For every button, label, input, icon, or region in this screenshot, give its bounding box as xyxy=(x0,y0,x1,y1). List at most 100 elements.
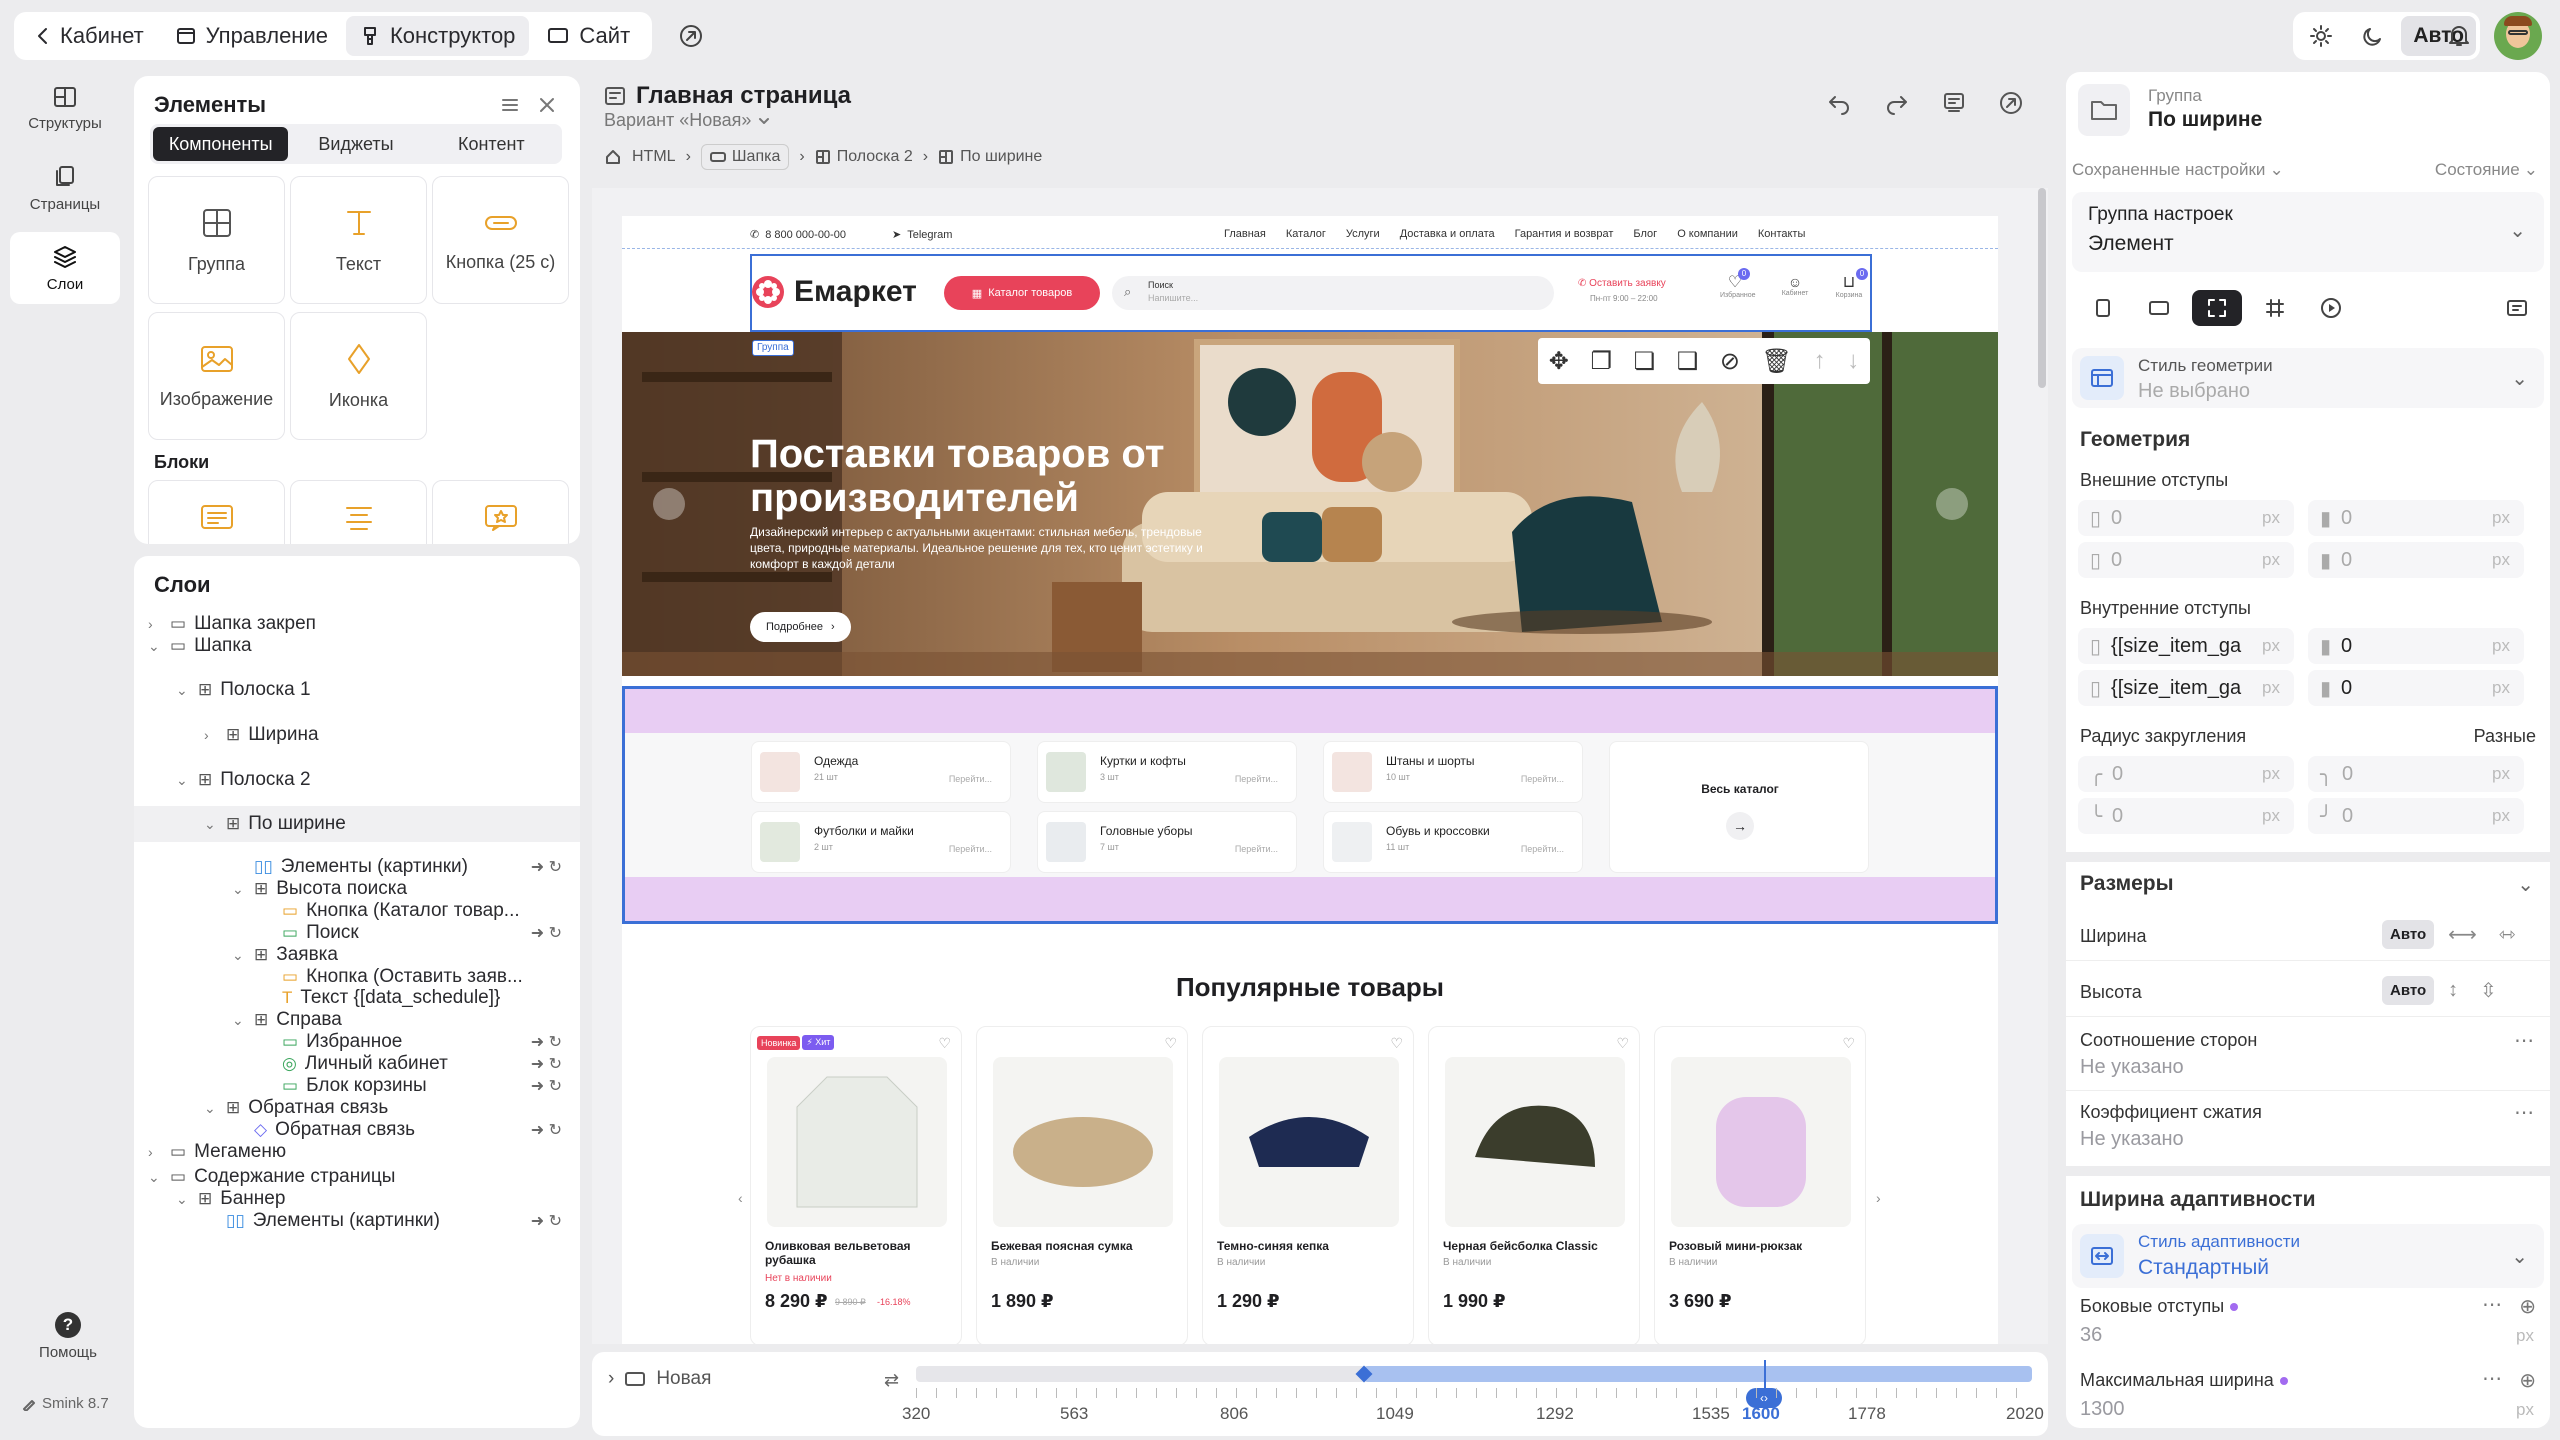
callback-link[interactable]: ✆ Оставить заявку xyxy=(1578,278,1666,289)
product-card[interactable]: Новинка ⚡ Хит ♡ Оливковая вельветовая руб… xyxy=(750,1026,962,1344)
paste-icon[interactable]: ❑ xyxy=(1677,347,1699,376)
radius-tr-input[interactable]: ╮ 0 px xyxy=(2308,756,2524,792)
theme-light-button[interactable] xyxy=(2297,16,2345,56)
margin-top-input[interactable]: ▯ 0 px xyxy=(2078,500,2294,536)
more-icon[interactable]: ⋯ xyxy=(2514,1100,2534,1125)
radius-tl-input[interactable]: ╭ 0 px xyxy=(2078,756,2294,792)
margin-left-input[interactable]: ▮ 0 px xyxy=(2308,542,2524,578)
move-icon[interactable]: ✥ xyxy=(1549,347,1569,376)
tab-layout-icon[interactable] xyxy=(2136,290,2182,326)
tab-manage[interactable]: Управление xyxy=(162,16,342,56)
favorites-button[interactable]: ♡ Избранное 0 xyxy=(1720,268,1755,312)
tab-builder[interactable]: Конструктор xyxy=(345,16,530,56)
notifications-button[interactable] xyxy=(2438,15,2480,57)
padding-top-input[interactable]: ▯ {[size_item_ga px xyxy=(2078,628,2294,664)
category-card[interactable]: Футболки и майки 2 шт Перейти... xyxy=(751,811,1011,873)
height-auto-button[interactable]: Авто xyxy=(2382,976,2435,1005)
tab-components[interactable]: Компоненты xyxy=(153,127,289,161)
theme-dark-button[interactable] xyxy=(2349,16,2397,56)
layer-item[interactable]: ⌄ ⊞ По ширине xyxy=(134,806,580,842)
site-logo[interactable]: Емаркет xyxy=(750,274,917,310)
rail-pages[interactable]: Страницы xyxy=(10,152,120,224)
close-icon[interactable] xyxy=(538,96,556,114)
category-card[interactable]: Штаны и шорты 10 шт Перейти... xyxy=(1323,741,1583,803)
layer-item[interactable]: › ⊞ Ширина xyxy=(134,717,580,753)
layer-item[interactable]: ⌄ ▭ Шапка xyxy=(134,628,580,664)
chevron-down-icon[interactable]: ⌄ xyxy=(2517,872,2534,897)
margin-right-input[interactable]: ▮ 0 px xyxy=(2308,500,2524,536)
height-stretch-icon[interactable]: ↕ xyxy=(2440,975,2466,1006)
chevron-right-icon[interactable]: › xyxy=(204,727,218,743)
heart-icon[interactable]: ♡ xyxy=(1390,1035,1403,1052)
layer-actions-icon[interactable]: ➜ ↻ xyxy=(531,1211,562,1231)
tile-image[interactable]: Изображение xyxy=(148,312,285,440)
max-width-value[interactable]: 1300 xyxy=(2080,1398,2125,1421)
variant-dropdown[interactable]: › Новая xyxy=(608,1368,711,1390)
tab-content[interactable]: Контент xyxy=(424,127,559,161)
padding-bottom-input[interactable]: ▯ {[size_item_ga px xyxy=(2078,670,2294,706)
back-cabinet-button[interactable]: Кабинет xyxy=(22,16,158,56)
category-card[interactable]: Одежда 21 шт Перейти... xyxy=(751,741,1011,803)
site-menu-item[interactable]: Услуги xyxy=(1346,228,1380,240)
tab-animation-icon[interactable] xyxy=(2308,290,2354,326)
chevron-down-icon[interactable]: ⌄ xyxy=(204,816,218,833)
tab-page-icon[interactable] xyxy=(2080,290,2126,326)
selected-section[interactable]: Одежда 21 шт Перейти... Куртки и кофты 3 шт… xyxy=(622,686,1998,924)
width-stretch-icon[interactable]: ⟷ xyxy=(2440,918,2485,951)
geometry-style-select[interactable]: Стиль геометрии Не выбрано ⌄ xyxy=(2072,348,2544,408)
crumb-stripe2[interactable]: Полоска 2 xyxy=(815,148,913,166)
aspect-value[interactable]: Не указано xyxy=(2080,1056,2184,1079)
undo-icon[interactable] xyxy=(1826,91,1852,115)
product-card[interactable]: ♡ Черная бейсболка Classic В наличии 1 9… xyxy=(1428,1026,1640,1344)
preset-select[interactable]: Группа настроек Элемент ⌄ xyxy=(2072,192,2544,272)
heart-icon[interactable]: ♡ xyxy=(1616,1035,1629,1052)
product-card[interactable]: ♡ Бежевая поясная сумка В наличии 1 890 … xyxy=(976,1026,1188,1344)
category-card[interactable]: Головные уборы 7 шт Перейти... xyxy=(1037,811,1297,873)
open-site-icon[interactable] xyxy=(1998,90,2024,116)
heart-icon[interactable]: ♡ xyxy=(1842,1035,1855,1052)
site-menu-item[interactable]: Гарантия и возврат xyxy=(1515,228,1614,240)
list-view-icon[interactable] xyxy=(500,96,520,114)
site-menu-item[interactable]: Каталог xyxy=(1286,228,1326,240)
tile-button[interactable]: Кнопка (25 с) xyxy=(432,176,569,304)
all-catalog-card[interactable]: Весь каталог → xyxy=(1609,741,1869,873)
tab-code-icon[interactable] xyxy=(2494,290,2540,326)
state-dropdown[interactable]: Состояние ⌄ xyxy=(2435,160,2538,180)
tile-icon[interactable]: Иконка xyxy=(290,312,427,440)
tab-site[interactable]: Сайт xyxy=(533,16,644,56)
site-menu-item[interactable]: Блог xyxy=(1633,228,1657,240)
open-external-button[interactable] xyxy=(670,15,712,57)
layer-item[interactable]: ⌄ ⊞ Полоска 2 xyxy=(134,762,580,798)
download-icon[interactable]: ⊕ xyxy=(2519,1294,2536,1319)
crumb-width[interactable]: По ширине xyxy=(938,148,1042,166)
chevron-down-icon[interactable]: ⌄ xyxy=(148,638,162,655)
variant-selector[interactable]: Вариант «Новая» xyxy=(604,110,771,131)
copy-icon[interactable]: ❐ xyxy=(1591,347,1613,376)
site-menu-item[interactable]: Главная xyxy=(1224,228,1266,240)
site-search[interactable]: ⌕ Поиск Напишите... xyxy=(1112,276,1554,310)
block-tile-3[interactable] xyxy=(432,480,569,544)
adapt-style-select[interactable]: Стиль адаптивности Стандартный ⌄ xyxy=(2072,1224,2544,1288)
radius-bl-input[interactable]: ╰ 0 px xyxy=(2078,798,2294,834)
block-tile-2[interactable] xyxy=(290,480,427,544)
crumb-header[interactable]: Шапка xyxy=(700,144,790,170)
category-card[interactable]: Обувь и кроссовки 11 шт Перейти... xyxy=(1323,811,1583,873)
rail-help[interactable]: ? Помощь xyxy=(10,1300,126,1372)
arrow-up-icon[interactable]: ↑ xyxy=(1814,347,1826,375)
hide-icon[interactable]: ⊘ xyxy=(1720,347,1740,376)
more-icon[interactable]: ⋯ xyxy=(2514,1028,2534,1053)
preview-icon[interactable] xyxy=(1942,91,1966,115)
saved-settings-dropdown[interactable]: Сохраненные настройки ⌄ xyxy=(2072,160,2284,180)
delete-icon[interactable]: 🗑 xyxy=(1762,347,1792,376)
shrink-value[interactable]: Не указано xyxy=(2080,1128,2184,1151)
padding-right-input[interactable]: ▮ 0 px xyxy=(2308,628,2524,664)
rail-structures[interactable]: Структуры xyxy=(10,72,120,144)
chevron-down-icon[interactable]: ⌄ xyxy=(176,682,190,699)
layer-item[interactable]: ▯▯ Элементы (картинки) ➜ ↻ xyxy=(134,1203,580,1239)
width-fit-icon[interactable]: ⇿ xyxy=(2491,918,2524,951)
block-tile-1[interactable] xyxy=(148,480,285,544)
duplicate-icon[interactable]: ❏ xyxy=(1634,347,1656,376)
hero-more-button[interactable]: Подробнее › xyxy=(750,612,851,642)
category-card[interactable]: Куртки и кофты 3 шт Перейти... xyxy=(1037,741,1297,803)
chevron-down-icon[interactable]: ⌄ xyxy=(176,772,190,789)
